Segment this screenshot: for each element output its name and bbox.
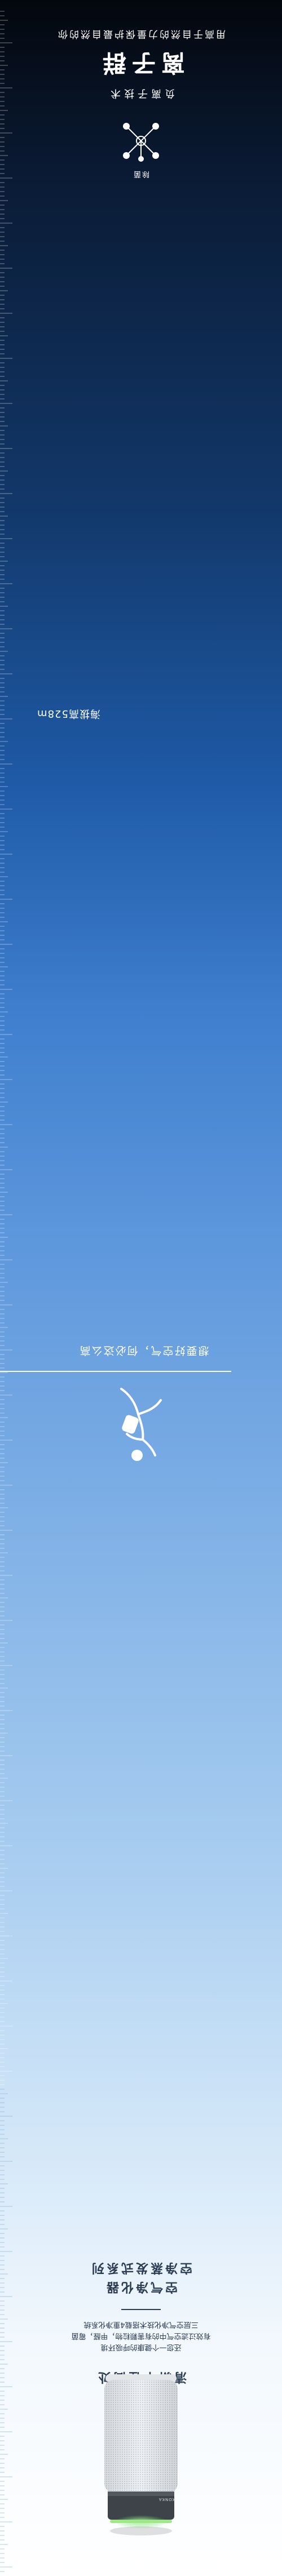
product-desc-line-3: 还您一个健康的呼吸环境	[100, 2343, 182, 2351]
hero-title: 离子群	[97, 49, 186, 77]
air-purifier-image: KONKA	[99, 2372, 183, 2541]
product-desc-line-1: 三层空气净化技术搭载4重净化系统	[83, 2320, 199, 2329]
molecule-icon	[118, 118, 164, 163]
hero-section: 除菌 负离子技术 离子群 用高于自然的力量保护最自然的你	[0, 6, 282, 186]
product-divider	[121, 2309, 161, 2310]
altitude-label: 海拔高528m	[37, 708, 100, 719]
hero-subtitle: 负离子技术	[107, 87, 175, 99]
product-desc-line-2: 有效过滤空气中的有害颗粒物，甲醛，霉菌	[71, 2331, 211, 2340]
product-title-line-2: 空气净化器	[104, 2280, 178, 2294]
product-section: 清新不在高处 还您一个健康的呼吸环境 有效过滤空气中的有害颗粒物，甲醛，霉菌 三…	[0, 2116, 282, 2397]
divider-line	[0, 1371, 231, 1372]
mountain-climber-icon	[104, 1383, 172, 1468]
device-brand-label: KONKA	[158, 2497, 175, 2502]
fresh-air-heading: 想要好空气，何必这么高	[78, 1344, 209, 1357]
hero-tagline: 用高于自然的力量保护最自然的你	[56, 28, 226, 39]
product-title-line-1: 空净蒸发式系列	[90, 2260, 193, 2275]
hero-icon-label: 除菌	[133, 170, 150, 178]
